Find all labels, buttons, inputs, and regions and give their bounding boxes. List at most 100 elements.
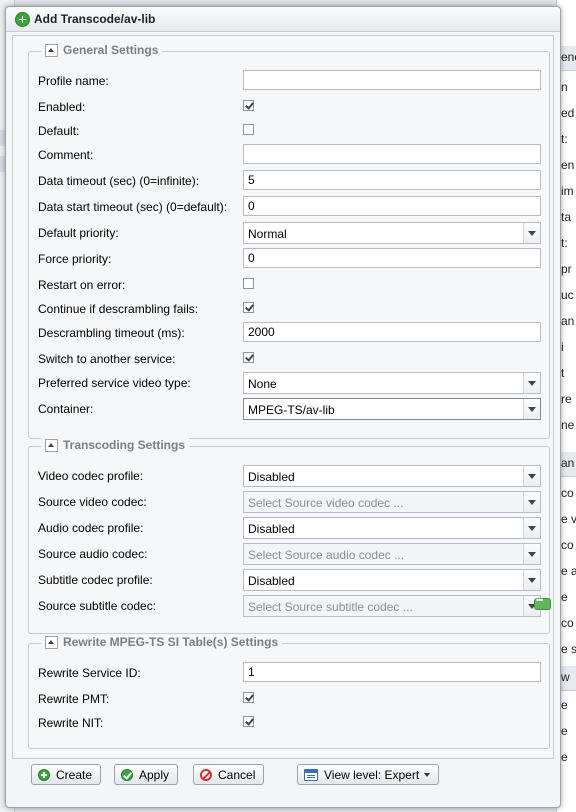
chevron-down-icon[interactable]: [523, 518, 540, 538]
background-text: pr: [561, 262, 572, 276]
field-label: Source video codec:: [38, 495, 147, 509]
button-label: Apply: [139, 767, 170, 782]
collapse-toggle-icon[interactable]: [45, 438, 58, 452]
descrambling-timeout-input[interactable]: [243, 322, 541, 342]
comment-input[interactable]: [243, 144, 541, 164]
background-text: im: [561, 184, 574, 198]
view-level-icon: [304, 768, 318, 781]
switch-service-row: Switch to another service:: [29, 348, 549, 370]
continue-descrambling-row: Continue if descrambling fails:: [29, 298, 549, 320]
source-video-codec-row: Source video codec: Select Source video …: [29, 491, 549, 513]
select-value: MPEG-TS/av-lib: [248, 403, 335, 417]
enabled-row: Enabled:: [29, 96, 549, 118]
cancel-button[interactable]: Cancel: [193, 764, 265, 785]
source-audio-codec-select[interactable]: Select Source audio codec ...: [243, 543, 541, 565]
background-text: ta: [561, 210, 572, 224]
section-title: Rewrite MPEG-TS SI Table(s) Settings: [63, 635, 279, 649]
select-value: Normal: [248, 227, 287, 241]
data-timeout-input[interactable]: [243, 170, 541, 190]
rewrite-pmt-row: Rewrite PMT:: [29, 688, 549, 710]
source-subtitle-codec-select[interactable]: Select Source subtitle codec ...: [243, 595, 541, 617]
rewrite-pmt-checkbox[interactable]: [243, 692, 254, 703]
default-row: Default:: [29, 120, 549, 142]
background-text: e: [561, 590, 568, 604]
field-label: Preferred service video type:: [38, 376, 191, 390]
background-text: co: [561, 486, 574, 500]
background-text: ne: [561, 418, 575, 432]
restart-on-error-row: Restart on error:: [29, 274, 549, 296]
rewrite-service-id-input[interactable]: [243, 662, 541, 682]
restart-on-error-checkbox[interactable]: [243, 278, 254, 289]
video-codec-profile-row: Video codec profile: Disabled: [29, 465, 549, 487]
dialog-title: Add Transcode/av-lib: [34, 12, 156, 26]
field-label: Restart on error:: [38, 278, 126, 292]
tooltip-bubble-icon[interactable]: [534, 595, 551, 610]
rewrite-service-id-row: Rewrite Service ID:: [29, 662, 549, 684]
default-checkbox[interactable]: [243, 124, 254, 135]
enabled-checkbox[interactable]: [243, 100, 254, 111]
field-label: Default:: [38, 124, 80, 138]
field-label: Rewrite PMT:: [38, 692, 110, 706]
chevron-down-icon[interactable]: [523, 399, 540, 419]
section-title: General Settings: [63, 43, 159, 57]
chevron-down-icon[interactable]: [523, 223, 540, 243]
chevron-down-icon[interactable]: [523, 492, 540, 512]
data-start-timeout-row: Data start timeout (sec) (0=default):: [29, 196, 549, 218]
source-audio-codec-row: Source audio codec: Select Source audio …: [29, 543, 549, 565]
collapse-toggle-icon[interactable]: [45, 43, 58, 57]
background-text: co: [561, 616, 574, 630]
background-text: e: [561, 750, 568, 764]
audio-codec-profile-select[interactable]: Disabled: [243, 517, 541, 539]
collapse-toggle-icon[interactable]: [45, 635, 58, 649]
subtitle-codec-profile-row: Subtitle codec profile: Disabled: [29, 569, 549, 591]
cancel-icon: [200, 768, 212, 781]
continue-descrambling-checkbox[interactable]: [243, 302, 254, 313]
dialog-titlebar[interactable]: Add Transcode/av-lib: [6, 7, 560, 32]
background-text: an: [561, 314, 575, 328]
background-text: re: [561, 392, 572, 406]
profile-name-input[interactable]: [243, 70, 541, 90]
data-start-timeout-input[interactable]: [243, 196, 541, 216]
chevron-down-icon[interactable]: [523, 544, 540, 564]
chevron-down-icon[interactable]: [523, 373, 540, 393]
rewrite-nit-row: Rewrite NIT:: [29, 712, 549, 734]
background-text: e: [561, 724, 568, 738]
view-level-dropdown[interactable]: View level: Expert: [297, 764, 440, 785]
field-label: Source audio codec:: [38, 547, 148, 561]
video-codec-profile-select[interactable]: Disabled: [243, 465, 541, 487]
general-settings-section: General Settings Profile name: Enabled: …: [28, 43, 550, 439]
transcoding-settings-section: Transcoding Settings Video codec profile…: [28, 438, 550, 634]
background-text: co: [561, 538, 574, 552]
source-video-codec-select[interactable]: Select Source video codec ...: [243, 491, 541, 513]
background-text: e a: [561, 564, 576, 578]
subtitle-codec-profile-select[interactable]: Disabled: [243, 569, 541, 591]
apply-button[interactable]: Apply: [114, 764, 179, 785]
create-button[interactable]: Create: [31, 764, 102, 785]
switch-service-checkbox[interactable]: [243, 352, 254, 363]
default-priority-row: Default priority: Normal: [29, 222, 549, 244]
field-label: Force priority:: [38, 252, 112, 266]
comment-row: Comment:: [29, 144, 549, 166]
container-row: Container: MPEG-TS/av-lib: [29, 398, 549, 420]
audio-codec-profile-row: Audio codec profile: Disabled: [29, 517, 549, 539]
select-value: Disabled: [248, 470, 295, 484]
field-label: Enabled:: [38, 100, 86, 114]
background-text: e s: [561, 642, 576, 656]
field-label: Data timeout (sec) (0=infinite):: [38, 174, 200, 188]
preferred-video-type-select[interactable]: None: [243, 372, 541, 394]
field-label: Default priority:: [38, 226, 119, 240]
force-priority-input[interactable]: [243, 248, 541, 268]
rewrite-nit-checkbox[interactable]: [243, 716, 254, 727]
field-label: Audio codec profile:: [38, 521, 144, 535]
field-label: Rewrite Service ID:: [38, 666, 141, 680]
background-text: en: [561, 158, 575, 172]
background-text: t:: [561, 236, 568, 250]
background-text: t:: [561, 132, 568, 146]
background-text: e: [561, 698, 568, 712]
container-select[interactable]: MPEG-TS/av-lib: [243, 398, 541, 420]
chevron-down-icon[interactable]: [523, 466, 540, 486]
chevron-down-icon[interactable]: [523, 570, 540, 590]
button-label: View level: Expert: [324, 767, 420, 782]
default-priority-select[interactable]: Normal: [243, 222, 541, 244]
field-label: Profile name:: [38, 74, 109, 88]
